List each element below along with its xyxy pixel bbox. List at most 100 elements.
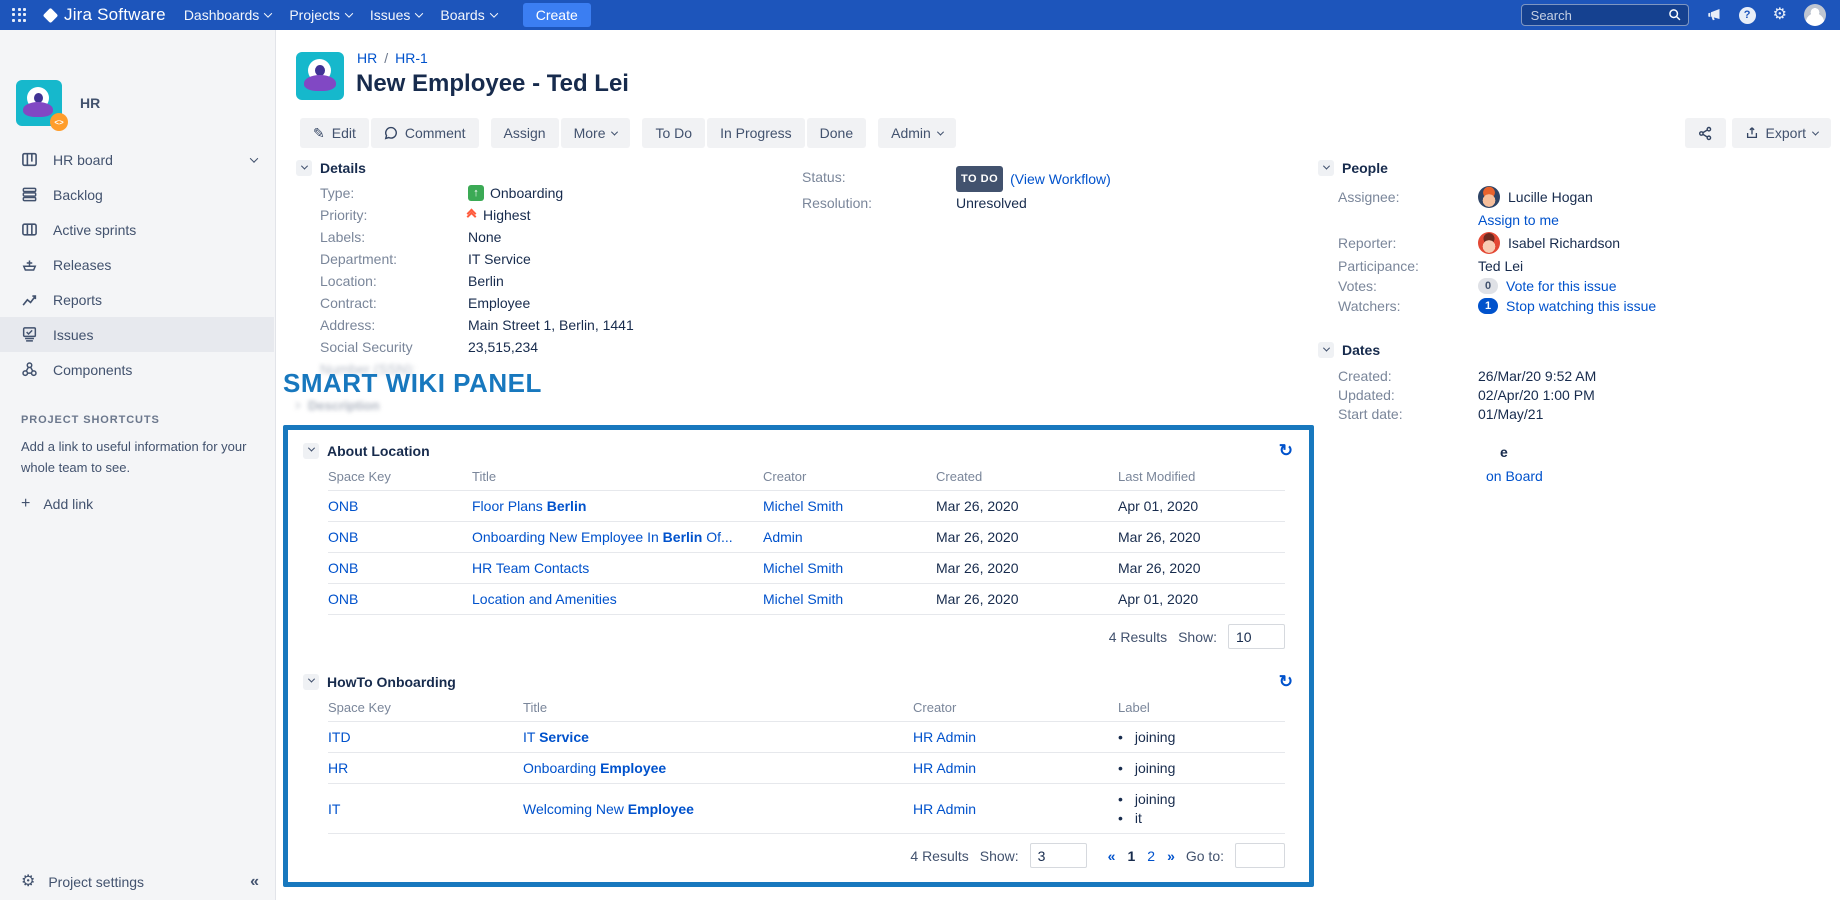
nav-projects[interactable]: Projects: [289, 7, 352, 23]
assignee-avatar: [1478, 186, 1500, 208]
collapse-sidebar-icon[interactable]: «: [250, 873, 259, 891]
page-title-link[interactable]: Welcoming New Employee: [523, 801, 694, 817]
chevron-down-icon: [345, 9, 353, 17]
collapse-section-icon[interactable]: [303, 674, 319, 690]
collapse-section-icon[interactable]: [1318, 160, 1334, 176]
export-button[interactable]: Export: [1732, 118, 1831, 148]
col-last-modified: Last Modified: [1118, 469, 1285, 484]
col-title: Title: [472, 469, 763, 484]
view-on-board-link-fragment[interactable]: on Board: [1486, 468, 1543, 484]
people-section-title: People: [1342, 160, 1388, 176]
nav-issues[interactable]: Issues: [370, 7, 422, 23]
chevron-down-icon: [937, 128, 944, 135]
show-count-input[interactable]: [1030, 843, 1087, 868]
resolution-value: Unresolved: [956, 192, 1111, 214]
col-creator: Creator: [913, 700, 1118, 715]
help-icon[interactable]: ?: [1739, 7, 1756, 24]
space-key-link[interactable]: HR: [328, 760, 348, 776]
search-input[interactable]: [1521, 4, 1689, 26]
edit-button[interactable]: ✎Edit: [300, 118, 369, 148]
page-title-link[interactable]: Onboarding New Employee In Berlin Of...: [472, 529, 733, 545]
nav-boards[interactable]: Boards: [440, 7, 496, 23]
sidebar-item-issues[interactable]: Issues: [0, 317, 274, 352]
assignee-label: Assignee:: [1338, 187, 1478, 207]
first-page-button[interactable]: «: [1108, 848, 1116, 864]
sidebar-item-hr-board[interactable]: HR board: [0, 142, 274, 177]
watchers-label: Watchers:: [1338, 296, 1478, 316]
add-link-button[interactable]: + Add link: [21, 495, 257, 513]
show-count-input[interactable]: [1228, 624, 1285, 649]
todo-transition-button[interactable]: To Do: [642, 118, 705, 148]
assign-to-me-link[interactable]: Assign to me: [1478, 212, 1559, 228]
more-button[interactable]: More: [561, 118, 631, 148]
refresh-icon[interactable]: ↻: [1279, 673, 1293, 690]
location-value: Berlin: [468, 270, 826, 292]
user-avatar[interactable]: [1804, 4, 1826, 26]
create-button[interactable]: Create: [523, 3, 591, 27]
chevron-down-icon[interactable]: [250, 154, 258, 162]
contract-label: Contract:: [320, 292, 468, 314]
table-row: ITD IT Service HR Admin joining: [328, 722, 1285, 753]
sidebar-item-releases[interactable]: Releases: [0, 247, 274, 282]
assign-button[interactable]: Assign: [491, 118, 559, 148]
col-label: Label: [1118, 700, 1285, 715]
jira-diamond-icon: [43, 7, 59, 23]
creator-link[interactable]: HR Admin: [913, 729, 976, 745]
page-2-link[interactable]: 2: [1147, 848, 1155, 864]
creator-link[interactable]: Michel Smith: [763, 560, 843, 576]
last-page-button[interactable]: »: [1167, 848, 1175, 864]
sidebar-item-backlog[interactable]: Backlog: [0, 177, 274, 212]
in-progress-transition-button[interactable]: In Progress: [707, 118, 805, 148]
announcements-icon[interactable]: [1706, 7, 1722, 23]
creator-link[interactable]: HR Admin: [913, 760, 976, 776]
project-avatar: <>: [16, 80, 62, 126]
collapse-section-icon[interactable]: [296, 160, 312, 176]
space-key-link[interactable]: IT: [328, 801, 340, 817]
comment-button[interactable]: Comment: [371, 118, 479, 148]
page-title-link[interactable]: Location and Amenities: [472, 591, 617, 607]
collapse-section-icon[interactable]: [1318, 342, 1334, 358]
issue-project-avatar: [296, 52, 344, 100]
sidebar-item-active-sprints[interactable]: Active sprints: [0, 212, 274, 247]
page-title-link[interactable]: Onboarding Employee: [523, 760, 666, 776]
goto-label: Go to:: [1186, 848, 1224, 864]
project-settings-button[interactable]: Project settings: [48, 874, 144, 890]
page-title-link[interactable]: Floor Plans Berlin: [472, 498, 586, 514]
sidebar-item-components[interactable]: Components: [0, 352, 274, 387]
creator-link[interactable]: Michel Smith: [763, 498, 843, 514]
page-title-link[interactable]: HR Team Contacts: [472, 560, 589, 576]
vote-link[interactable]: Vote for this issue: [1506, 278, 1617, 294]
space-key-link[interactable]: ONB: [328, 560, 358, 576]
app-switcher-icon[interactable]: [12, 8, 27, 23]
goto-page-input[interactable]: [1235, 843, 1285, 868]
collapse-section-icon[interactable]: [303, 443, 319, 459]
creator-link[interactable]: HR Admin: [913, 801, 976, 817]
smart-wiki-panel: About Location ↻ Space Key Title Creator…: [283, 425, 1314, 887]
creator-link[interactable]: Admin: [763, 529, 803, 545]
people-section: People Assignee: Lucille Hogan Assign to…: [1318, 160, 1748, 316]
space-key-link[interactable]: ITD: [328, 729, 351, 745]
jira-logo[interactable]: Jira Software: [45, 5, 166, 25]
settings-gear-icon[interactable]: ⚙: [1773, 7, 1787, 23]
space-key-link[interactable]: ONB: [328, 498, 358, 514]
admin-button[interactable]: Admin: [878, 118, 956, 148]
breadcrumb-project-link[interactable]: HR: [357, 50, 377, 66]
creator-link[interactable]: Michel Smith: [763, 591, 843, 607]
stop-watching-link[interactable]: Stop watching this issue: [1506, 298, 1656, 314]
plus-icon: +: [21, 495, 30, 513]
col-space-key: Space Key: [328, 469, 472, 484]
address-label: Address:: [320, 314, 468, 336]
space-key-link[interactable]: ONB: [328, 529, 358, 545]
done-transition-button[interactable]: Done: [807, 118, 866, 148]
sidebar-item-reports[interactable]: Reports: [0, 282, 274, 317]
refresh-icon[interactable]: ↻: [1279, 442, 1293, 459]
share-button[interactable]: [1685, 118, 1726, 148]
project-name: HR: [80, 95, 100, 111]
view-workflow-link[interactable]: (View Workflow): [1010, 168, 1111, 190]
nav-dashboards[interactable]: Dashboards: [184, 7, 272, 23]
space-key-link[interactable]: ONB: [328, 591, 358, 607]
page-title-link[interactable]: IT Service: [523, 729, 589, 745]
current-page[interactable]: 1: [1127, 848, 1135, 864]
breadcrumb-issue-link[interactable]: HR-1: [395, 50, 428, 66]
start-date-value: 01/May/21: [1478, 404, 1748, 423]
